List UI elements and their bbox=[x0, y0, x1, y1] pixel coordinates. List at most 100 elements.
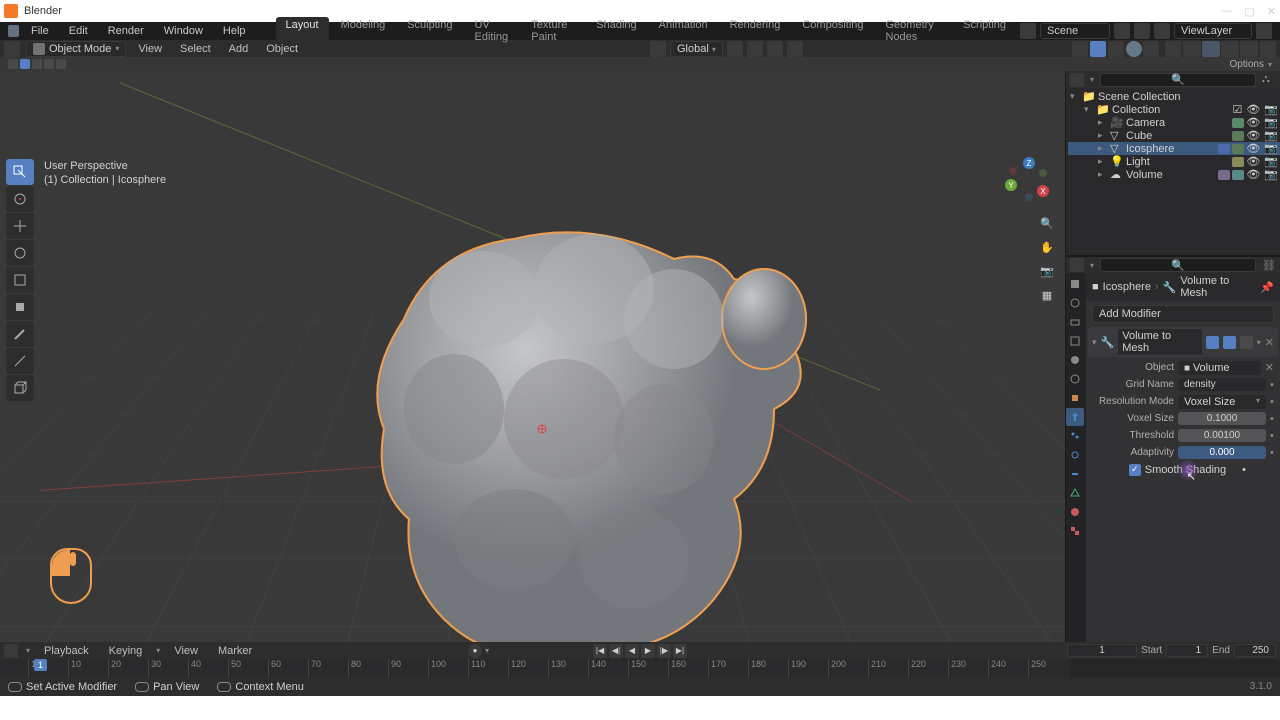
current-frame-field[interactable]: 1 bbox=[1067, 644, 1137, 657]
eye-icon[interactable]: 👁 bbox=[1246, 142, 1260, 155]
marker-menu[interactable]: Marker bbox=[212, 644, 258, 658]
exclude-checkbox[interactable]: ☑ bbox=[1232, 103, 1242, 116]
overlay-menu-icon[interactable] bbox=[1143, 41, 1159, 57]
ptab-world[interactable] bbox=[1066, 370, 1084, 388]
menu-view[interactable]: View bbox=[132, 41, 168, 57]
menu-window[interactable]: Window bbox=[156, 23, 211, 39]
tab-geonodes[interactable]: Geometry Nodes bbox=[876, 17, 952, 45]
gizmo-axis-nz[interactable] bbox=[1025, 193, 1033, 201]
gizmo-axis-nx[interactable] bbox=[1009, 167, 1017, 175]
adaptivity-field[interactable]: 0.000 bbox=[1178, 446, 1266, 459]
autokey-icon[interactable]: ● bbox=[468, 644, 482, 658]
current-frame-marker[interactable]: 1 bbox=[34, 659, 47, 671]
pan-icon[interactable]: ✋ bbox=[1037, 237, 1057, 257]
viewlayer-browse-icon[interactable] bbox=[1154, 23, 1170, 39]
tool-annotate[interactable] bbox=[6, 321, 34, 347]
eye-icon[interactable]: 👁 bbox=[1246, 103, 1260, 116]
ptab-object[interactable] bbox=[1066, 389, 1084, 407]
ptab-constraints[interactable] bbox=[1066, 465, 1084, 483]
breadcrumb-modifier[interactable]: Volume to Mesh bbox=[1180, 275, 1256, 299]
tool-cursor[interactable] bbox=[6, 186, 34, 212]
menu-object[interactable]: Object bbox=[260, 41, 304, 57]
tool-measure[interactable] bbox=[6, 348, 34, 374]
tool-addcube[interactable] bbox=[6, 375, 34, 401]
scene-delete-button[interactable] bbox=[1134, 23, 1150, 39]
snap-pill[interactable] bbox=[56, 59, 66, 69]
ptab-material[interactable] bbox=[1066, 503, 1084, 521]
gridname-field[interactable]: density bbox=[1178, 378, 1266, 391]
tab-modeling[interactable]: Modeling bbox=[331, 17, 396, 45]
start-frame-field[interactable]: 1 bbox=[1166, 644, 1208, 657]
options-dropdown[interactable]: Options bbox=[1230, 59, 1264, 70]
tree-scene-collection[interactable]: ▾ 📁 Scene Collection bbox=[1068, 90, 1280, 103]
persp-toggle-icon[interactable]: ▦ bbox=[1037, 285, 1057, 305]
mod-display-realtime-icon[interactable] bbox=[1223, 336, 1236, 349]
play-reverse-icon[interactable]: ◀ bbox=[625, 644, 639, 658]
tree-item-cube[interactable]: ▸ ▽ Cube 👁📷 bbox=[1068, 129, 1280, 142]
orientation-icon[interactable] bbox=[650, 41, 666, 57]
snap-icon[interactable] bbox=[747, 41, 763, 57]
render-icon[interactable]: 📷 bbox=[1264, 103, 1278, 116]
filter-icon[interactable]: ⛬ bbox=[1262, 73, 1276, 87]
navigation-gizmo[interactable]: Z Y X bbox=[1005, 157, 1051, 203]
scene-new-button[interactable] bbox=[1114, 23, 1130, 39]
ptab-render[interactable] bbox=[1066, 294, 1084, 312]
minimize-button[interactable]: — bbox=[1221, 5, 1232, 18]
snap-pill[interactable] bbox=[8, 59, 18, 69]
playback-menu[interactable]: Playback bbox=[38, 644, 95, 658]
tab-compositing[interactable]: Compositing bbox=[792, 17, 873, 45]
editor-type-icon[interactable] bbox=[4, 41, 20, 57]
orientation-dropdown[interactable]: Global ▾ bbox=[670, 41, 723, 57]
jump-end-icon[interactable]: ▶| bbox=[673, 644, 687, 658]
menu-help[interactable]: Help bbox=[215, 23, 254, 39]
props-type-icon[interactable] bbox=[1070, 258, 1084, 272]
menu-add[interactable]: Add bbox=[223, 41, 255, 57]
ptab-data[interactable] bbox=[1066, 484, 1084, 502]
ptab-physics[interactable] bbox=[1066, 446, 1084, 464]
gizmo-axis-ny[interactable] bbox=[1039, 169, 1047, 177]
xray-toggle[interactable] bbox=[1165, 41, 1181, 57]
menu-file[interactable]: File bbox=[23, 23, 57, 39]
eye-icon[interactable]: 👁 bbox=[1246, 168, 1260, 181]
mode-selector[interactable]: Object Mode ▾ bbox=[26, 41, 126, 57]
mod-close-icon[interactable]: ✕ bbox=[1265, 336, 1274, 349]
tree-collection[interactable]: ▾ 📁 Collection ☑👁📷 bbox=[1068, 103, 1280, 116]
snap-pill[interactable] bbox=[32, 59, 42, 69]
pin-icon[interactable]: 📌 bbox=[1260, 281, 1274, 294]
tab-texture[interactable]: Texture Paint bbox=[521, 17, 584, 45]
gizmo-axis-x[interactable]: X bbox=[1037, 185, 1049, 197]
ptab-modifier[interactable] bbox=[1066, 408, 1084, 426]
ptab-texture[interactable] bbox=[1066, 522, 1084, 540]
tree-item-volume[interactable]: ▸ ☁ Volume 👁📷 bbox=[1068, 168, 1280, 181]
render-icon[interactable]: 📷 bbox=[1264, 116, 1278, 129]
breadcrumb-object[interactable]: Icosphere bbox=[1103, 281, 1151, 293]
tab-uv[interactable]: UV Editing bbox=[464, 17, 519, 45]
keyframe-next-icon[interactable]: |▶ bbox=[657, 644, 671, 658]
ptab-tool[interactable] bbox=[1066, 275, 1084, 293]
tool-transform[interactable] bbox=[6, 294, 34, 320]
outliner-type-icon[interactable] bbox=[1070, 73, 1084, 87]
zoom-icon[interactable]: 🔍 bbox=[1037, 213, 1057, 233]
viewlayer-new-button[interactable] bbox=[1256, 23, 1272, 39]
view-menu[interactable]: View bbox=[168, 644, 204, 658]
modifier-name-field[interactable]: Volume to Mesh bbox=[1118, 329, 1202, 355]
blender-icon[interactable] bbox=[8, 25, 19, 37]
tree-item-icosphere[interactable]: ▸ ▽ Icosphere 👁📷 bbox=[1068, 142, 1280, 155]
overlay-toggle[interactable] bbox=[1126, 41, 1142, 57]
tab-shading[interactable]: Shading bbox=[586, 17, 646, 45]
keying-menu[interactable]: Keying bbox=[103, 644, 149, 658]
timeline-type-icon[interactable] bbox=[4, 644, 18, 658]
play-icon[interactable]: ▶ bbox=[641, 644, 655, 658]
smooth-checkbox[interactable]: ✓ bbox=[1129, 464, 1141, 476]
snap-pill[interactable] bbox=[20, 59, 30, 69]
smooth-label[interactable]: Smooth Shading ↖ bbox=[1145, 464, 1226, 476]
tab-scripting[interactable]: Scripting bbox=[953, 17, 1016, 45]
props-search[interactable]: 🔍 bbox=[1100, 258, 1256, 272]
scene-name-field[interactable]: Scene bbox=[1040, 23, 1110, 39]
gizmo-menu-icon[interactable] bbox=[1108, 41, 1124, 57]
eye-icon[interactable]: 👁 bbox=[1246, 116, 1260, 129]
viewlayer-name-field[interactable]: ViewLayer bbox=[1174, 23, 1252, 39]
gizmo-axis-z[interactable]: Z bbox=[1023, 157, 1035, 169]
jump-start-icon[interactable]: |◀ bbox=[593, 644, 607, 658]
shading-menu-icon[interactable] bbox=[1260, 41, 1276, 57]
